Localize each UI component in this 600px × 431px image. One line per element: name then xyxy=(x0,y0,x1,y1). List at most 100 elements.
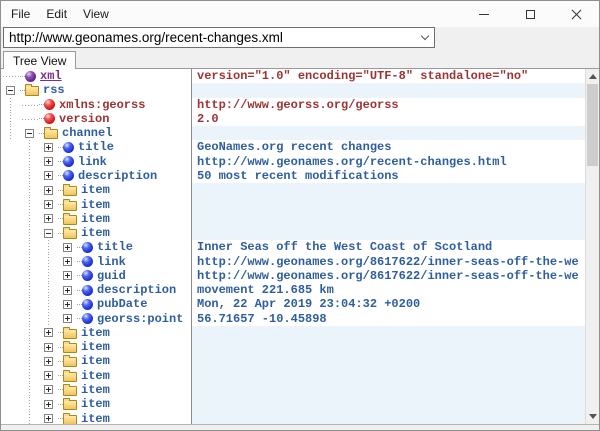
tree-node-label[interactable]: guid xyxy=(97,269,126,283)
value-row xyxy=(192,212,585,226)
value-row xyxy=(192,226,585,240)
value-row: http://www.geonames.org/8617622/inner-se… xyxy=(192,254,585,268)
expander-slot xyxy=(39,369,58,383)
expander-slot xyxy=(20,126,39,140)
tree-node-label[interactable]: rss xyxy=(43,83,65,97)
tree-node-label[interactable]: item xyxy=(81,198,110,212)
menu-view[interactable]: View xyxy=(75,3,117,25)
expand-toggle-icon[interactable] xyxy=(44,328,53,337)
scroll-down-button[interactable] xyxy=(586,409,599,424)
tree-node-label[interactable]: item xyxy=(81,369,110,383)
tab-strip: Tree View xyxy=(1,50,599,68)
url-combobox[interactable]: http://www.geonames.org/recent-changes.x… xyxy=(3,27,435,48)
tree-node-label[interactable]: description xyxy=(78,169,157,183)
close-button[interactable] xyxy=(553,1,599,27)
collapse-toggle-icon[interactable] xyxy=(6,86,15,95)
tree-node-label[interactable]: item xyxy=(81,383,110,397)
minimize-button[interactable] xyxy=(461,1,507,27)
expander-slot xyxy=(1,83,20,97)
tree-node-label[interactable]: xmlns:georss xyxy=(59,98,145,112)
expand-toggle-icon[interactable] xyxy=(63,271,72,280)
tree-row: item xyxy=(1,383,191,397)
expand-toggle-icon[interactable] xyxy=(63,257,72,266)
tree-indent-guide xyxy=(20,383,39,397)
scroll-up-button[interactable] xyxy=(586,69,599,84)
expander-slot xyxy=(39,212,58,226)
tree-node-label[interactable]: item xyxy=(81,183,110,197)
expander-slot xyxy=(58,254,77,268)
tree-node-label[interactable]: description xyxy=(97,283,176,297)
value-row xyxy=(192,383,585,397)
blue-sphere-icon xyxy=(82,313,93,324)
expand-toggle-icon[interactable] xyxy=(44,186,53,195)
tree-indent-guide xyxy=(1,411,20,424)
value-text: GeoNames.org recent changes xyxy=(192,140,391,154)
tree-node-label[interactable]: item xyxy=(81,354,110,368)
value-text: http://www.georss.org/georss xyxy=(192,98,399,112)
value-row: version="1.0" encoding="UTF-8" standalon… xyxy=(192,69,585,83)
folder-icon xyxy=(63,357,77,367)
expand-toggle-icon[interactable] xyxy=(44,385,53,394)
folder-tab xyxy=(63,199,70,202)
tree-node-label[interactable]: item xyxy=(81,226,110,240)
expand-toggle-icon[interactable] xyxy=(44,400,53,409)
tree-node-label[interactable]: version xyxy=(59,112,109,126)
expand-toggle-icon[interactable] xyxy=(44,214,53,223)
close-icon xyxy=(571,9,582,20)
expand-toggle-icon[interactable] xyxy=(63,300,72,309)
tree-node-label[interactable]: pubDate xyxy=(97,297,147,311)
expand-toggle-icon[interactable] xyxy=(44,157,53,166)
expander-slot xyxy=(39,140,58,154)
expand-toggle-icon[interactable] xyxy=(44,371,53,380)
expand-toggle-icon[interactable] xyxy=(63,243,72,252)
tree-connector xyxy=(20,98,39,112)
value-text: http://www.geonames.org/8617622/inner-se… xyxy=(192,255,579,269)
tree-node-label[interactable]: link xyxy=(97,255,126,269)
tree-node-label[interactable]: item xyxy=(81,397,110,411)
tab-tree-view[interactable]: Tree View xyxy=(3,51,76,69)
expander-slot xyxy=(58,297,77,311)
tree-node-label[interactable]: xml xyxy=(40,69,62,83)
vertical-scrollbar[interactable] xyxy=(585,69,599,424)
tree-node-label[interactable]: title xyxy=(78,140,114,154)
expand-toggle-icon[interactable] xyxy=(44,200,53,209)
menu-edit[interactable]: Edit xyxy=(38,3,75,25)
expand-toggle-icon[interactable] xyxy=(44,357,53,366)
tree-node-label[interactable]: item xyxy=(81,340,110,354)
value-row: 2.0 xyxy=(192,112,585,126)
tree-indent-guide xyxy=(20,254,39,268)
tree-node-label[interactable]: item xyxy=(81,412,110,425)
tree-indent-guide xyxy=(20,283,39,297)
expand-toggle-icon[interactable] xyxy=(44,414,53,423)
folder-icon xyxy=(44,129,58,139)
tree-node-label[interactable]: title xyxy=(97,240,133,254)
tree-row: rss xyxy=(1,83,191,97)
tree-node-label[interactable]: link xyxy=(78,155,107,169)
expand-toggle-icon[interactable] xyxy=(44,171,53,180)
scrollbar-thumb[interactable] xyxy=(587,84,598,166)
tree-indent-guide xyxy=(1,269,20,283)
value-row xyxy=(192,354,585,368)
tree-indent-guide xyxy=(20,297,39,311)
expand-toggle-icon[interactable] xyxy=(63,314,72,323)
tree-indent-guide xyxy=(1,397,20,411)
tree-node-label[interactable]: channel xyxy=(62,126,112,140)
collapse-toggle-icon[interactable] xyxy=(25,129,34,138)
tree-node-label[interactable]: georss:point xyxy=(97,312,183,326)
expand-toggle-icon[interactable] xyxy=(44,143,53,152)
arrow-up-icon xyxy=(589,74,597,79)
expand-toggle-icon[interactable] xyxy=(63,286,72,295)
tree-node-label[interactable]: item xyxy=(81,212,110,226)
maximize-button[interactable] xyxy=(507,1,553,27)
tree-indent-guide xyxy=(20,240,39,254)
menu-file[interactable]: File xyxy=(3,3,38,25)
dropdown-button[interactable] xyxy=(416,28,434,47)
tree-node-label[interactable]: item xyxy=(81,326,110,340)
url-value[interactable]: http://www.geonames.org/recent-changes.x… xyxy=(4,30,416,45)
tree-indent-guide xyxy=(39,283,58,297)
tree-indent-guide xyxy=(1,226,20,240)
collapse-toggle-icon[interactable] xyxy=(44,229,53,238)
tree-indent-guide xyxy=(20,411,39,424)
folder-icon xyxy=(63,372,77,382)
expand-toggle-icon[interactable] xyxy=(44,343,53,352)
